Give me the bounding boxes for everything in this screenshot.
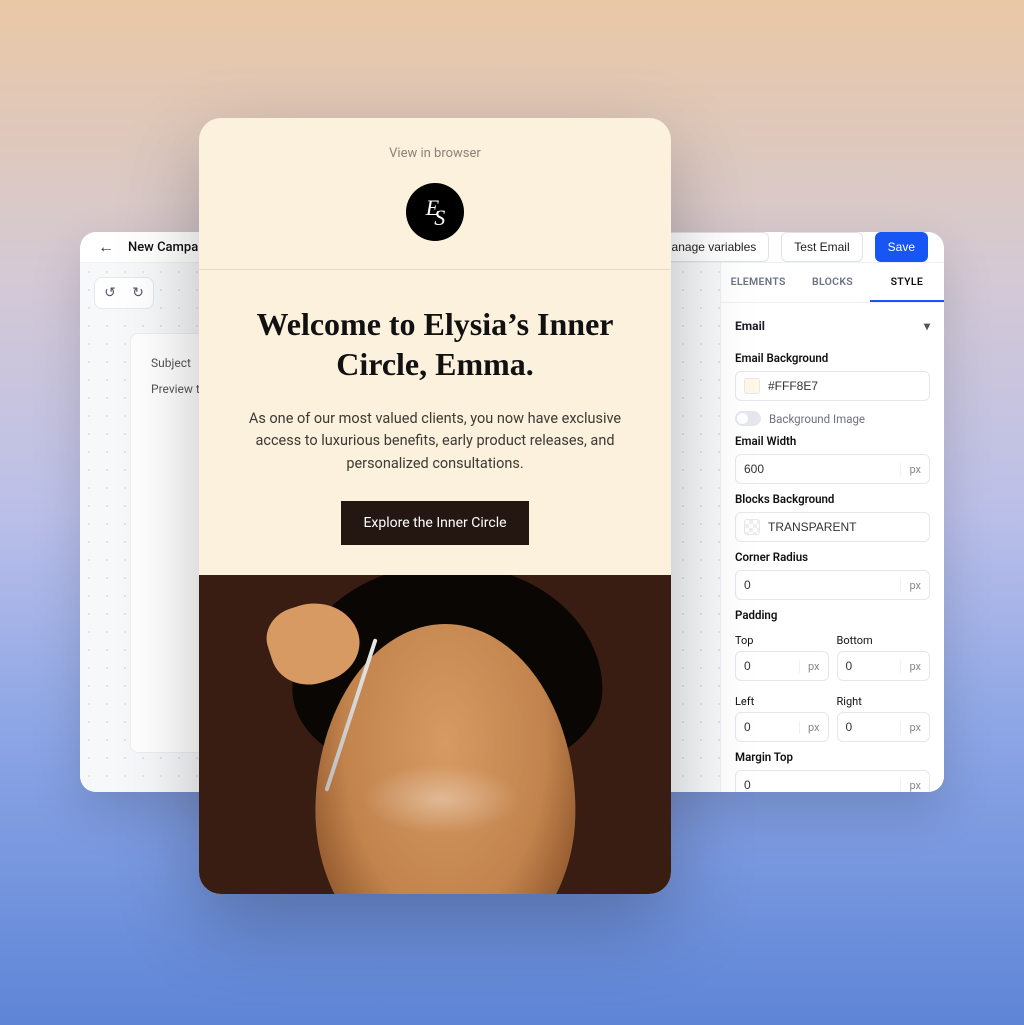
undo-redo-group: ↺ ↻ bbox=[94, 277, 154, 309]
panel-scroll[interactable]: Email ▾ Email Background Background Imag… bbox=[721, 303, 944, 792]
unit-px: px bbox=[799, 721, 820, 734]
chevron-down-icon: ▾ bbox=[924, 319, 930, 333]
test-email-button[interactable]: Test Email bbox=[781, 232, 862, 262]
style-panel: ELEMENTS BLOCKS STYLE Email ▾ Email Back… bbox=[720, 263, 944, 792]
toggle-background-image-row: Background Image bbox=[735, 411, 930, 426]
label-email-background: Email Background bbox=[735, 351, 930, 365]
label-background-image: Background Image bbox=[769, 412, 865, 426]
unit-px: px bbox=[900, 779, 921, 792]
tab-blocks[interactable]: BLOCKS bbox=[795, 263, 869, 302]
tab-style[interactable]: STYLE bbox=[870, 263, 944, 302]
label-padding-right: Right bbox=[837, 695, 931, 708]
input-corner-radius[interactable]: px bbox=[735, 570, 930, 600]
brand-logo: E S bbox=[406, 183, 464, 241]
section-email-label: Email bbox=[735, 319, 765, 333]
unit-px: px bbox=[900, 463, 921, 476]
label-padding-bottom: Bottom bbox=[837, 634, 931, 647]
input-email-width[interactable]: px bbox=[735, 454, 930, 484]
logo-letter-s: S bbox=[434, 205, 444, 231]
view-in-browser-link[interactable]: View in browser bbox=[199, 118, 671, 177]
input-email-background[interactable] bbox=[735, 371, 930, 401]
panel-tabs: ELEMENTS BLOCKS STYLE bbox=[721, 263, 944, 303]
input-blocks-background[interactable] bbox=[735, 512, 930, 542]
input-padding-bottom[interactable]: px bbox=[837, 651, 931, 681]
redo-icon[interactable]: ↻ bbox=[127, 282, 149, 304]
unit-px: px bbox=[900, 660, 921, 673]
hero-highlight bbox=[361, 764, 521, 834]
input-padding-top[interactable]: px bbox=[735, 651, 829, 681]
background-image-toggle[interactable] bbox=[735, 411, 761, 426]
padding-right-value[interactable] bbox=[846, 720, 893, 734]
label-blocks-background: Blocks Background bbox=[735, 492, 930, 506]
undo-icon[interactable]: ↺ bbox=[99, 282, 121, 304]
hero-image bbox=[199, 575, 671, 894]
color-swatch-icon bbox=[744, 378, 760, 394]
blocks-background-value[interactable] bbox=[768, 520, 921, 534]
transparent-swatch-icon bbox=[744, 519, 760, 535]
input-padding-right[interactable]: px bbox=[837, 712, 931, 742]
tab-elements[interactable]: ELEMENTS bbox=[721, 263, 795, 302]
padding-top-value[interactable] bbox=[744, 659, 791, 673]
email-preview-card: View in browser E S Welcome to Elysia’s … bbox=[199, 118, 671, 894]
explore-cta-button[interactable]: Explore the Inner Circle bbox=[341, 501, 528, 545]
email-background-value[interactable] bbox=[768, 379, 921, 393]
email-width-value[interactable] bbox=[744, 462, 892, 476]
email-heading: Welcome to Elysia’s Inner Circle, Emma. bbox=[199, 270, 671, 384]
padding-left-value[interactable] bbox=[744, 720, 791, 734]
padding-bottom-value[interactable] bbox=[846, 659, 893, 673]
input-padding-left[interactable]: px bbox=[735, 712, 829, 742]
label-padding: Padding bbox=[735, 608, 930, 622]
margin-top-value[interactable] bbox=[744, 778, 892, 792]
label-corner-radius: Corner Radius bbox=[735, 550, 930, 564]
unit-px: px bbox=[900, 579, 921, 592]
back-arrow-icon[interactable]: ← bbox=[96, 237, 116, 257]
save-button[interactable]: Save bbox=[875, 232, 928, 262]
label-padding-top: Top bbox=[735, 634, 829, 647]
input-margin-top[interactable]: px bbox=[735, 770, 930, 792]
label-margin-top: Margin Top bbox=[735, 750, 930, 764]
label-email-width: Email Width bbox=[735, 434, 930, 448]
email-body-text: As one of our most valued clients, you n… bbox=[199, 384, 671, 475]
label-padding-left: Left bbox=[735, 695, 829, 708]
corner-radius-value[interactable] bbox=[744, 578, 892, 592]
unit-px: px bbox=[799, 660, 820, 673]
unit-px: px bbox=[900, 721, 921, 734]
section-email[interactable]: Email ▾ bbox=[735, 315, 930, 343]
